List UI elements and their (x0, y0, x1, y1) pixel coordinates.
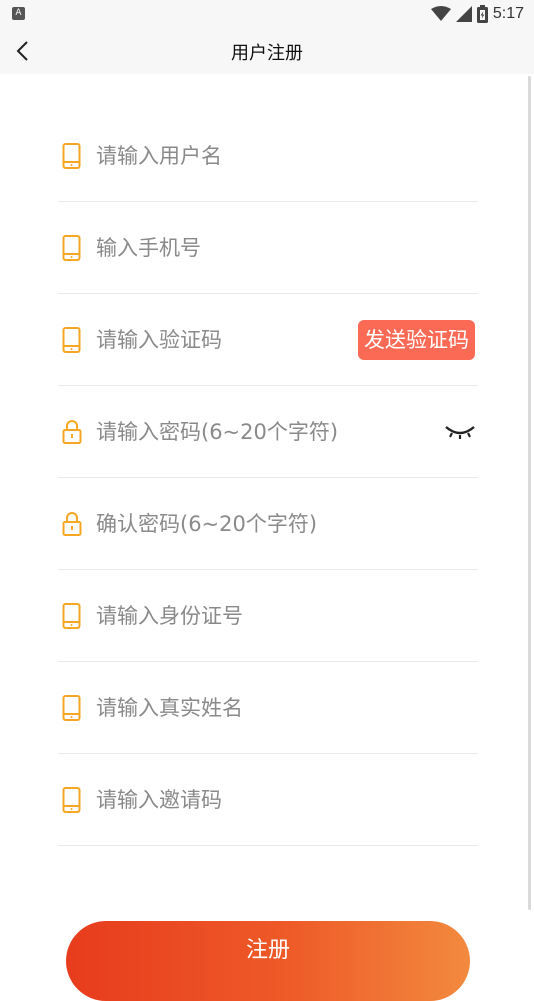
phone-icon (62, 327, 81, 353)
password-input[interactable] (96, 416, 376, 448)
eye-closed-icon[interactable] (444, 422, 476, 442)
phone-icon (62, 695, 81, 721)
lock-icon (62, 420, 82, 444)
verify-code-row: 发送验证码 (58, 294, 478, 386)
verify-code-input[interactable] (96, 324, 326, 356)
status-time: 5:17 (492, 5, 524, 22)
navbar: 用户注册 (0, 28, 534, 74)
id-card-input[interactable] (96, 600, 376, 632)
username-row (58, 110, 478, 202)
notification-indicator: A (12, 7, 25, 20)
phone-icon (62, 603, 81, 629)
id-card-row (58, 570, 478, 662)
phone-input[interactable] (96, 232, 376, 264)
register-button[interactable]: 注册 (66, 921, 470, 1001)
register-form: 发送验证码 (58, 110, 478, 846)
real-name-input[interactable] (96, 692, 376, 724)
invite-code-row (58, 754, 478, 846)
signal-icon (455, 6, 472, 22)
invite-code-input[interactable] (96, 784, 376, 816)
send-code-button[interactable]: 发送验证码 (358, 320, 475, 360)
phone-row (58, 202, 478, 294)
password-row (58, 386, 478, 478)
battery-icon (476, 5, 488, 23)
confirm-password-input[interactable] (96, 508, 376, 540)
phone-icon (62, 235, 81, 261)
page-title: 用户注册 (231, 43, 303, 64)
confirm-password-row (58, 478, 478, 570)
lock-icon (62, 512, 82, 536)
scrollbar[interactable] (528, 76, 531, 910)
phone-icon (62, 143, 81, 169)
status-icons: 5:17 (430, 3, 524, 25)
phone-icon (62, 787, 81, 813)
status-bar: A 5:17 (0, 0, 534, 28)
wifi-icon (430, 6, 451, 21)
username-input[interactable] (96, 140, 376, 172)
real-name-row (58, 662, 478, 754)
